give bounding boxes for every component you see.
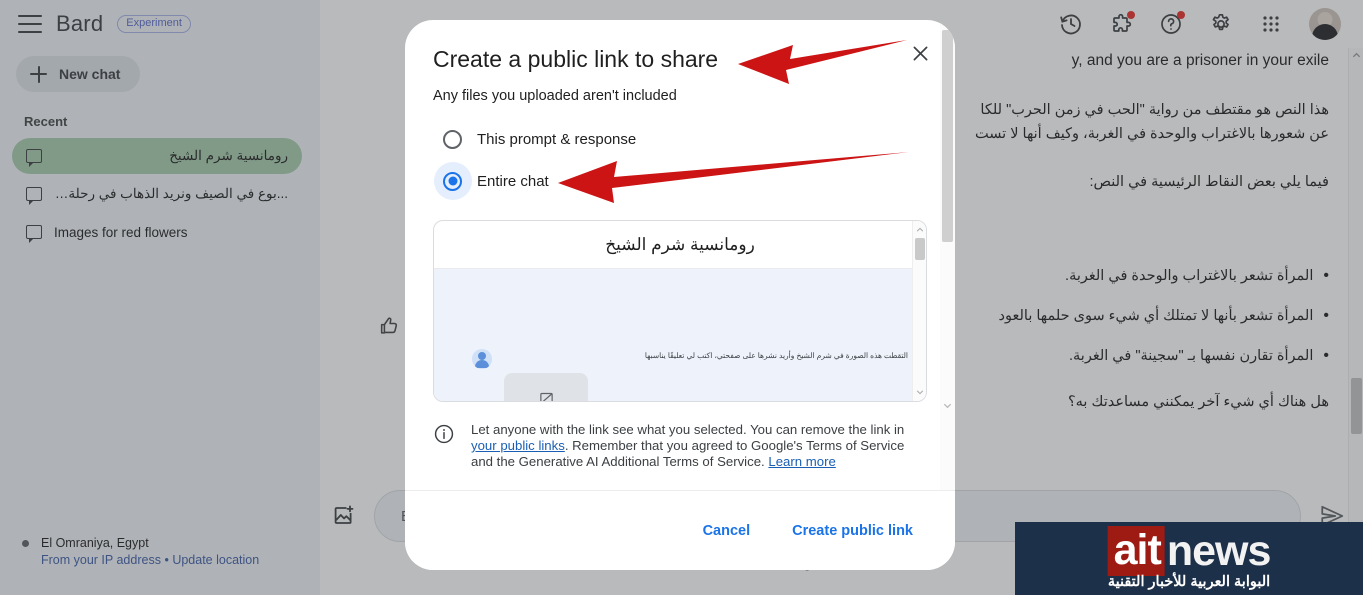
close-icon[interactable]	[903, 36, 937, 70]
watermark-tagline: البوابة العربية للأخبار التقنية	[1107, 574, 1271, 590]
uploaded-image-placeholder: Uploaded image not shown	[504, 373, 588, 401]
watermark-brand-news: news	[1166, 527, 1272, 575]
dialog-title: Create a public link to share	[433, 46, 719, 72]
dialog-scrollbar[interactable]	[940, 20, 955, 490]
chat-preview-card: رومانسية شرم الشيخ التقطت هذه الصورة في …	[433, 220, 927, 402]
radio-entire-chat[interactable]: Entire chat	[433, 160, 927, 202]
radio-label: Entire chat	[477, 172, 549, 190]
share-scope-radio-group: This prompt & response Entire chat	[433, 118, 927, 202]
watermark-brand-ait: ait	[1107, 526, 1165, 576]
preview-user-avatar	[472, 349, 492, 369]
radio-button-icon	[443, 171, 462, 191]
share-dialog: Create a public link to share Any files …	[405, 20, 955, 570]
scroll-down-icon[interactable]	[913, 385, 926, 399]
your-public-links-link[interactable]: your public links	[471, 438, 565, 453]
sharing-disclaimer: Let anyone with the link see what you se…	[433, 422, 927, 490]
preview-scrollbar-thumb[interactable]	[915, 238, 925, 260]
preview-title: رومانسية شرم الشيخ	[605, 234, 755, 254]
info-icon	[433, 423, 455, 445]
radio-label: This prompt & response	[477, 130, 637, 148]
bard-app-window: Bard Experiment New chat Recent رومانسية…	[0, 0, 1363, 595]
dialog-scroll-zone: Create a public link to share Any files …	[405, 20, 955, 490]
create-public-link-button[interactable]: Create public link	[778, 513, 927, 549]
broken-image-icon	[539, 391, 554, 401]
aitnews-watermark: ait news البوابة العربية للأخبار التقنية	[1015, 522, 1363, 595]
dialog-subtitle: Any files you uploaded aren't included	[433, 88, 677, 104]
learn-more-link[interactable]: Learn more	[768, 454, 835, 469]
preview-scrollbar[interactable]	[912, 221, 926, 401]
radio-button-icon	[443, 129, 462, 149]
preview-user-message: التقطت هذه الصورة في شرم الشيخ وأريد نشر…	[644, 351, 908, 360]
disclaimer-text-part1: Let anyone with the link see what you se…	[471, 422, 905, 437]
dialog-footer: Cancel Create public link	[405, 490, 955, 570]
radio-this-prompt-response[interactable]: This prompt & response	[433, 118, 927, 160]
scroll-down-icon[interactable]	[940, 398, 955, 413]
cancel-button[interactable]: Cancel	[689, 513, 765, 549]
dialog-scrollbar-thumb[interactable]	[942, 30, 953, 242]
scroll-up-icon[interactable]	[913, 223, 926, 237]
